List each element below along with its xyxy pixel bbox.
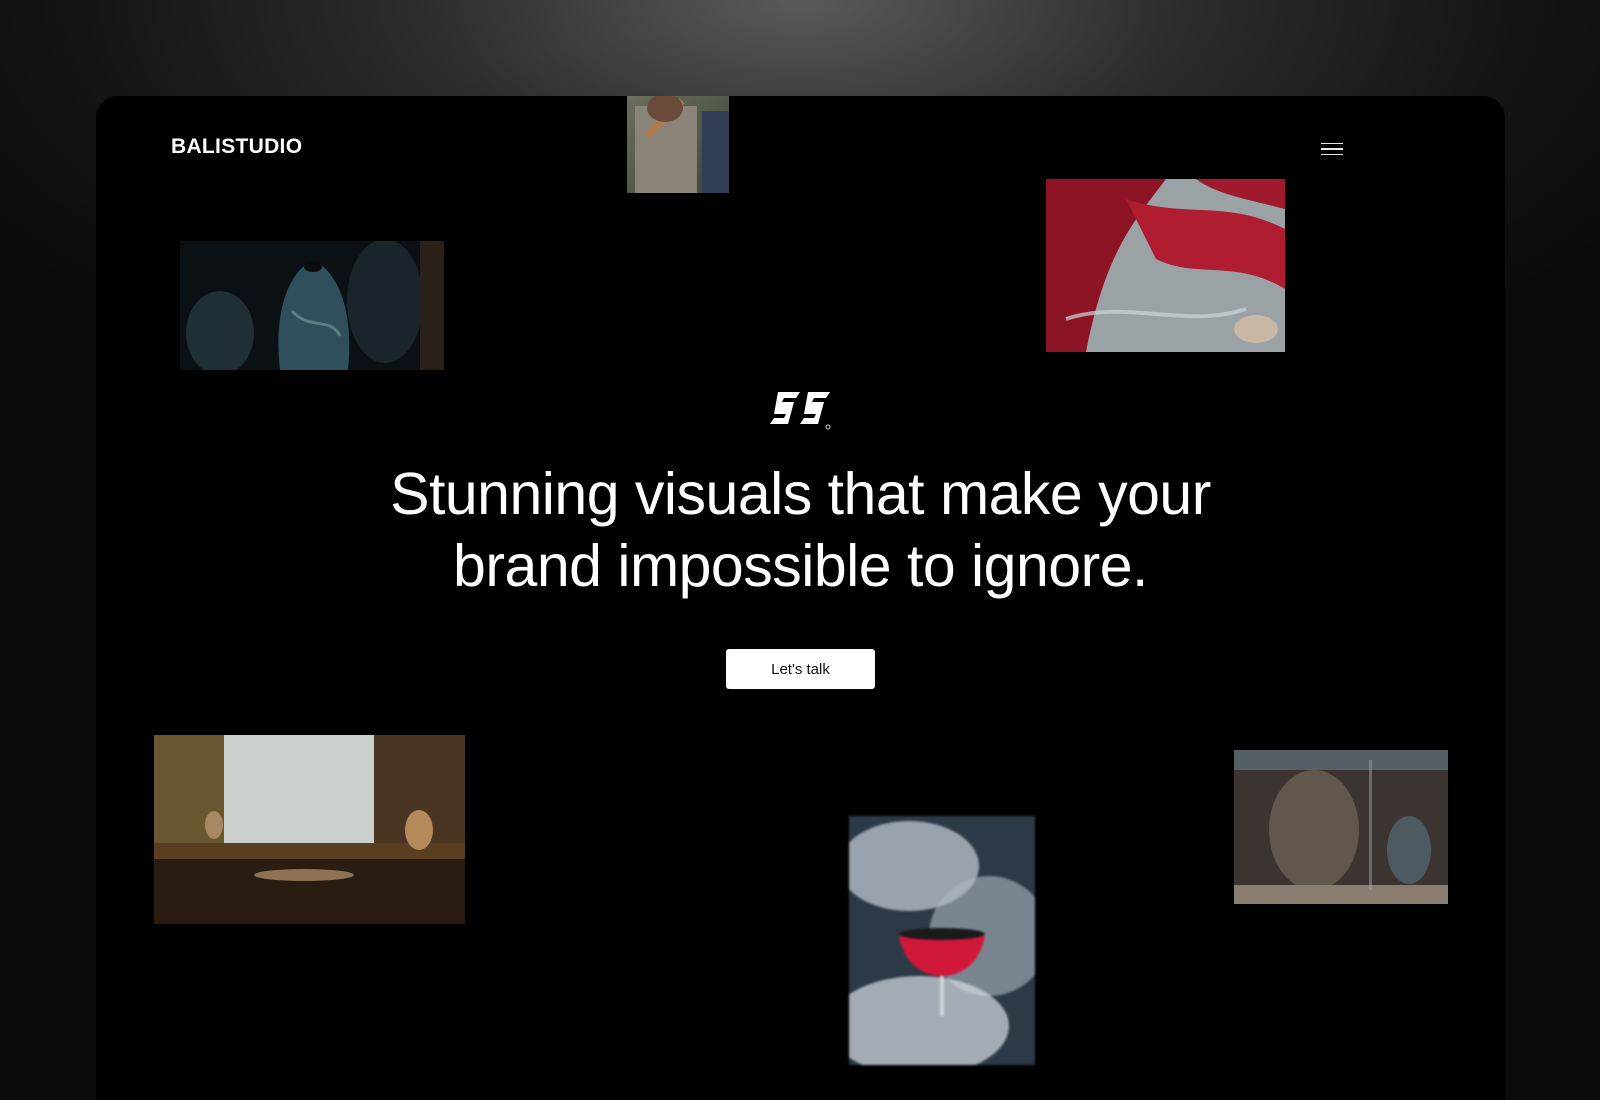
studio-monogram-icon (770, 392, 832, 430)
site-logo[interactable]: BALISTUDIO (171, 135, 302, 159)
hamburger-menu-icon[interactable] (1321, 140, 1345, 158)
photo-red-fabric-water (1046, 179, 1285, 352)
headline-line-1: Stunning visuals that make your (390, 461, 1211, 527)
photo-red-cocktail-smoke (849, 816, 1035, 1065)
photo-flute-player (627, 96, 729, 193)
lets-talk-button[interactable]: Let's talk (726, 649, 875, 689)
headline-line-2: brand impossible to ignore. (453, 533, 1148, 599)
site-frame: BALISTUDIO Stunning visuals that make yo… (96, 96, 1505, 1100)
photo-pottery-studio (154, 735, 465, 924)
photo-glass-reflection (1234, 750, 1448, 904)
photo-ceramic-vases (180, 241, 444, 370)
hero-headline: Stunning visuals that make your brand im… (96, 458, 1505, 602)
